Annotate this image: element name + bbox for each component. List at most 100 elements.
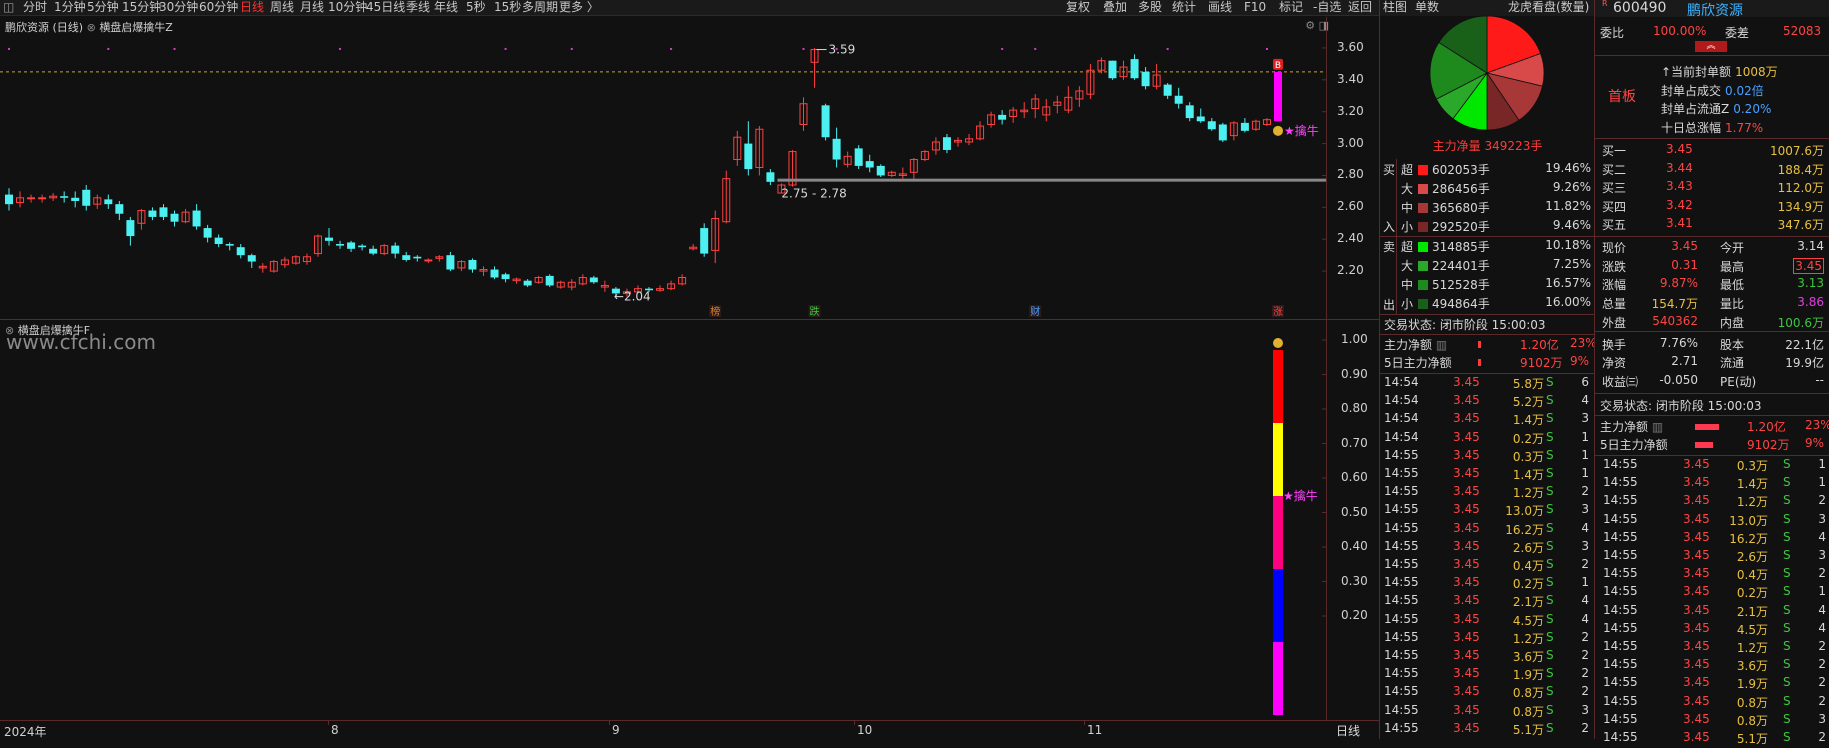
tick-side: S xyxy=(1783,457,1791,471)
bid-label: 买三 xyxy=(1602,181,1627,195)
tick-time: 14:55 xyxy=(1603,475,1638,490)
period-tab[interactable]: 30分钟 xyxy=(159,0,198,15)
period-tab[interactable]: 季线 xyxy=(406,0,430,15)
tick-volume: 2.1万 xyxy=(1736,604,1768,619)
toolbar-button[interactable]: 统计 xyxy=(1172,0,1196,15)
period-tab[interactable]: 5秒 xyxy=(466,0,486,15)
tick-volume: 1.4万 xyxy=(1512,413,1544,428)
tick-time: 14:55 xyxy=(1603,711,1638,726)
tick-side: S xyxy=(1783,584,1791,599)
tick-volume: 0.2万 xyxy=(1512,577,1544,592)
toolbar-button[interactable]: 返回 xyxy=(1348,0,1372,15)
period-tab[interactable]: 15分钟 xyxy=(122,0,161,15)
net-amount-row: 主力净额 ▥ xyxy=(1384,338,1448,352)
stat-label: 最低 xyxy=(1720,278,1745,293)
period-tab[interactable]: 多周期 xyxy=(522,0,558,15)
side-label: 买 xyxy=(1383,163,1396,177)
tick-count: 4 xyxy=(1581,520,1589,535)
tab-bar-chart[interactable]: 柱图 xyxy=(1383,0,1407,15)
price-tick: 3.20 xyxy=(1337,103,1364,118)
wc-value: 52083 xyxy=(1783,24,1822,38)
period-tab[interactable]: 45日线 xyxy=(366,0,405,15)
stat-value: 540362 xyxy=(1652,313,1698,328)
bid-price: 3.41 xyxy=(1666,216,1693,230)
tick-volume: 16.2万 xyxy=(1729,531,1768,546)
toolbar-button[interactable]: 标记 xyxy=(1279,0,1303,15)
tick-volume: 1.2万 xyxy=(1512,631,1544,646)
period-tab[interactable]: 10分钟 xyxy=(328,0,367,15)
tick-volume: 0.2万 xyxy=(1512,431,1544,446)
tick-price: 3.45 xyxy=(1683,711,1710,726)
tick-price: 3.45 xyxy=(1683,511,1710,526)
period-tab[interactable]: 分时 xyxy=(23,0,47,15)
toolbar-button[interactable]: 画线 xyxy=(1208,0,1232,15)
tick-row: 14:55 3.45 0.3万 S 1 xyxy=(1380,448,1595,466)
tick-side: S xyxy=(1783,711,1791,726)
period-tab[interactable]: 5分钟 xyxy=(87,0,119,15)
collapse-arrow-icon[interactable]: ︽ xyxy=(1695,41,1727,52)
tick-time: 14:55 xyxy=(1384,720,1419,735)
candle-body-down xyxy=(1218,124,1227,141)
bid-label: 买四 xyxy=(1602,199,1627,214)
tick-price: 3.45 xyxy=(1453,429,1480,444)
tick-count: 1 xyxy=(1581,447,1589,462)
period-tab[interactable]: 1分钟 xyxy=(54,0,86,15)
fund-size: 小 xyxy=(1401,220,1414,234)
tick-count: 4 xyxy=(1818,602,1826,617)
toolbar-button[interactable]: 叠加 xyxy=(1103,0,1127,15)
stat-value: 7.76% xyxy=(1659,335,1698,350)
candle-body-down xyxy=(589,277,598,283)
candle-body-down xyxy=(766,172,775,182)
period-tab[interactable]: 周线 xyxy=(270,0,294,15)
tick-row: 14:55 3.45 0.8万 S 3 xyxy=(1595,712,1829,730)
layout-icon[interactable]: ◫ xyxy=(3,0,14,15)
tick-volume: 0.3万 xyxy=(1512,449,1544,464)
period-label[interactable]: 日线 xyxy=(1336,722,1360,739)
bid-label: 买五 xyxy=(1602,218,1627,232)
signal-dot xyxy=(1034,47,1037,50)
candle-body-down xyxy=(1240,122,1249,131)
toolbar-button[interactable]: 多股 xyxy=(1138,0,1162,15)
period-tab[interactable]: 60分钟 xyxy=(199,0,238,15)
tick-time: 14:54 xyxy=(1384,411,1419,426)
quote-panel: R 600490 鹏欣资源 委比 100.00% 委差 52083 ︽ 首板 ↑… xyxy=(1594,0,1829,746)
period-tab[interactable]: 15秒 xyxy=(494,0,521,15)
tick-volume: 1.2万 xyxy=(1736,641,1768,655)
tick-time: 14:54 xyxy=(1384,429,1419,444)
tick-price: 3.45 xyxy=(1683,639,1710,653)
signal-label: ★擒牛 xyxy=(1284,123,1319,138)
period-tab[interactable]: 年线 xyxy=(434,0,458,15)
candle-body-down xyxy=(347,242,356,249)
toolbar-button[interactable]: -自选 xyxy=(1313,0,1341,15)
tick-time: 14:55 xyxy=(1384,502,1419,517)
net-amount-row: 主力净额 ▥ xyxy=(1600,420,1664,434)
tick-row: 14:55 3.45 3.6万 S 2 xyxy=(1595,657,1829,675)
tick-volume: 0.2万 xyxy=(1736,586,1768,601)
signal-segment xyxy=(1273,642,1283,715)
fund-percent: 11.82% xyxy=(1545,199,1591,213)
tick-row: 14:55 3.45 13.0万 S 3 xyxy=(1595,512,1829,530)
candle-body-down xyxy=(148,210,157,217)
stat-label: 今开 xyxy=(1720,241,1745,255)
tick-time: 14:55 xyxy=(1603,511,1638,526)
tick-price: 3.45 xyxy=(1683,620,1710,635)
period-tab[interactable]: 月线 xyxy=(300,0,324,15)
period-tab[interactable]: 日线 xyxy=(240,0,264,15)
value-tick: 1.00 xyxy=(1341,332,1368,346)
tick-side: S xyxy=(1783,548,1791,562)
toolbar-button[interactable]: F10 xyxy=(1244,0,1266,15)
divider xyxy=(1595,415,1829,416)
tick-row: 14:55 3.45 2.1万 S 4 xyxy=(1380,593,1595,611)
period-tab[interactable]: 更多 〉 xyxy=(559,0,599,15)
tick-side: S xyxy=(1546,684,1554,699)
tick-price: 3.45 xyxy=(1453,538,1480,553)
tick-time: 14:55 xyxy=(1384,466,1419,480)
candle-body-down xyxy=(192,210,201,227)
stock-name[interactable]: 鹏欣资源 xyxy=(1687,0,1743,20)
tick-count: 1 xyxy=(1581,429,1589,444)
time-tick xyxy=(854,721,855,725)
tick-price: 3.45 xyxy=(1453,557,1480,571)
toolbar-button[interactable]: 复权 xyxy=(1066,0,1090,15)
stat-value: 3.45 xyxy=(1793,257,1824,274)
tab-count[interactable]: 单数 xyxy=(1415,0,1439,15)
